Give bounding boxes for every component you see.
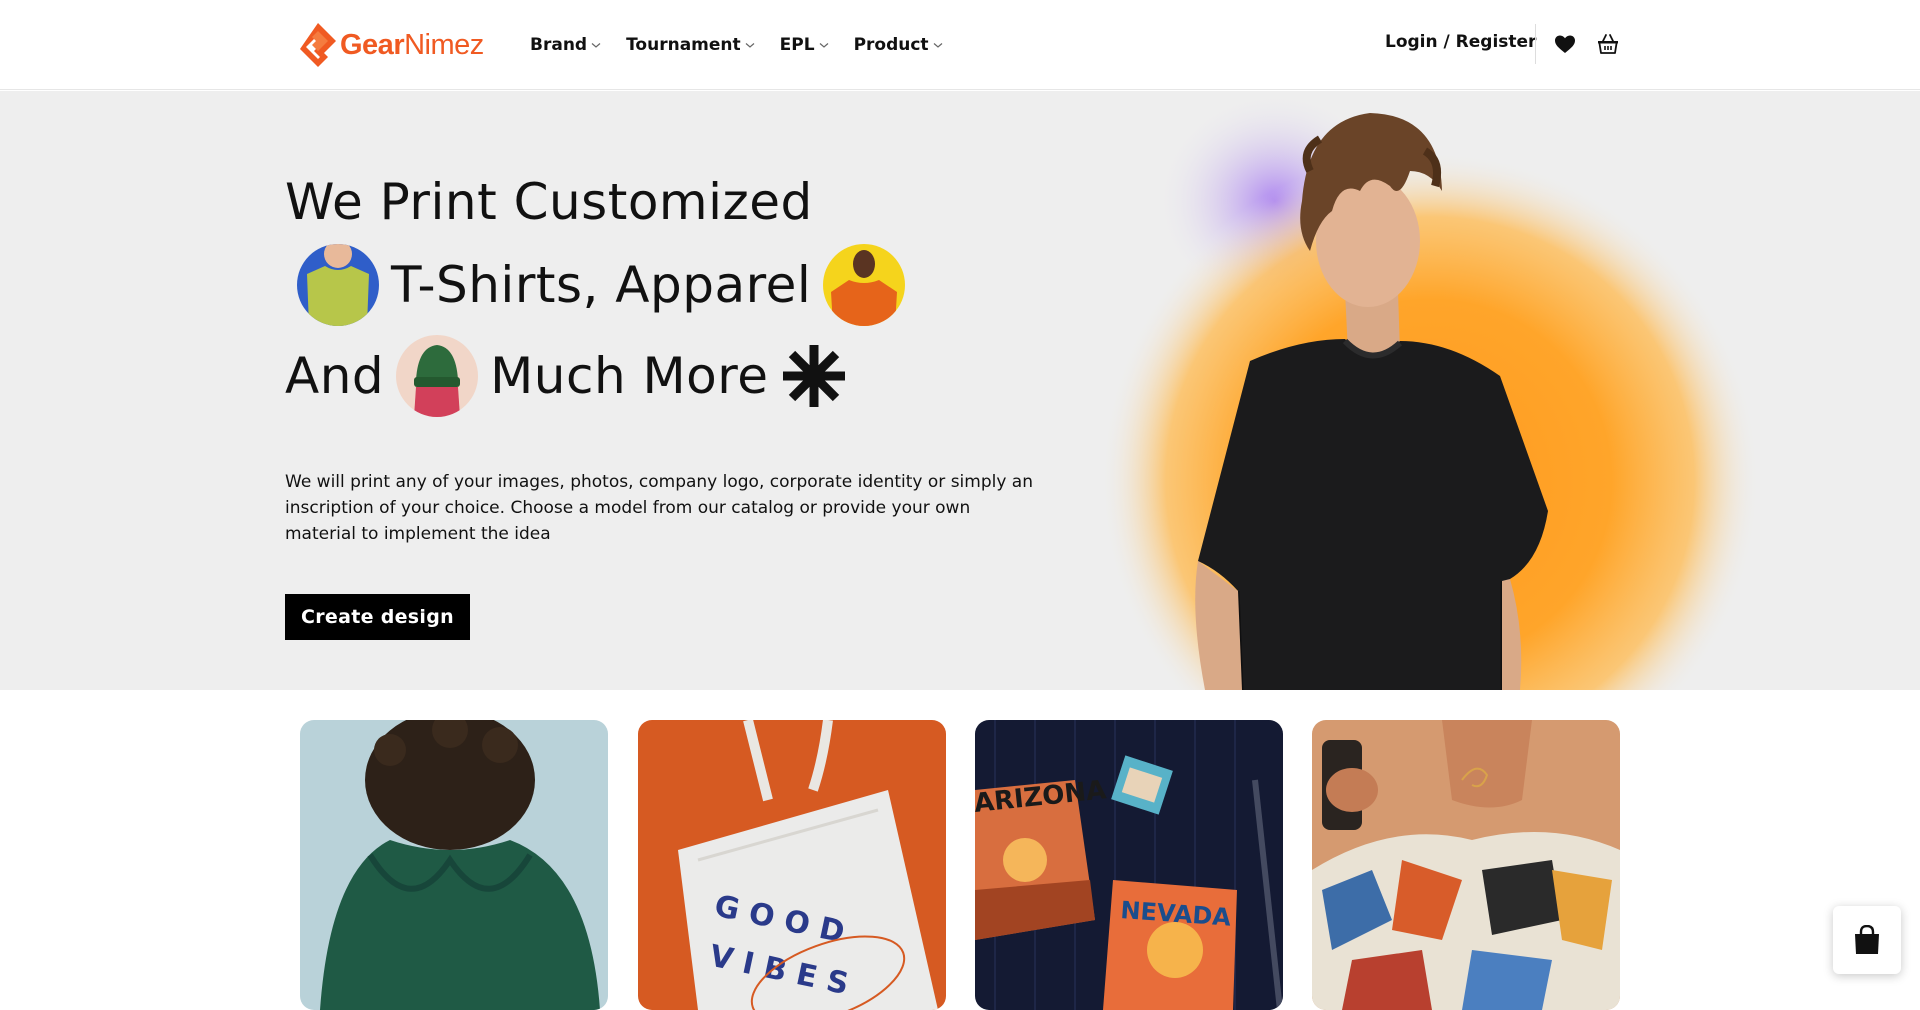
hero-title-text: Much More: [490, 347, 769, 405]
asterisk-icon: [782, 345, 845, 407]
nav-label: EPL: [779, 35, 815, 55]
orange-sweater-thumbnail: [823, 244, 906, 326]
login-register-link[interactable]: Login / Register: [1385, 32, 1536, 52]
chevron-down-icon: [745, 43, 755, 48]
chevron-down-icon: [591, 43, 601, 48]
patches-card[interactable]: ARIZONA NEVADA: [975, 720, 1283, 1010]
nav-tournament[interactable]: Tournament: [626, 35, 756, 55]
nav-label: Brand: [530, 35, 588, 55]
printed-shirt-card[interactable]: [1312, 720, 1620, 1010]
nav-brand[interactable]: Brand: [530, 35, 602, 55]
logo-mark-icon: [300, 23, 336, 67]
hoodie-image: [300, 720, 608, 1010]
hero-title-text: And: [285, 347, 385, 405]
logo-text-light: Nimez: [404, 28, 484, 61]
create-design-button[interactable]: Create design: [285, 594, 470, 640]
tote-bag-image: G O O D V I B E S: [638, 720, 946, 1010]
nav-label: Product: [853, 35, 929, 55]
nav-product[interactable]: Product: [854, 35, 944, 55]
product-cards: G O O D V I B E S ARIZONA NEVADA: [0, 720, 1920, 1010]
chevron-down-icon: [819, 43, 828, 48]
hero-title-text: T-Shirts, Apparel: [391, 256, 812, 314]
hero-description: We will print any of your images, photos…: [285, 472, 1033, 544]
nav-epl[interactable]: EPL: [780, 35, 830, 55]
floating-cart-button[interactable]: [1833, 906, 1901, 974]
hero-title-text: We Print Customized: [285, 173, 813, 231]
beanie-thumbnail: [396, 335, 479, 417]
green-tshirt-thumbnail: [297, 244, 379, 326]
heart-icon[interactable]: [1553, 32, 1577, 56]
logo[interactable]: GearNimez: [298, 20, 484, 70]
hero-section: We Print Customized T-Shirts, Apparel An…: [0, 91, 1920, 690]
tote-bag-card[interactable]: G O O D V I B E S: [638, 720, 946, 1010]
hero-title-line-1: We Print Customized: [285, 173, 813, 231]
logo-text: GearNimez: [340, 29, 484, 62]
patches-image: ARIZONA NEVADA: [975, 720, 1283, 1010]
logo-text-bold: Gear: [340, 28, 405, 61]
header-divider: [1535, 24, 1536, 64]
main-nav: Brand Tournament EPL Product: [530, 0, 944, 90]
hero-title-line-2: T-Shirts, Apparel: [285, 244, 906, 326]
printed-shirt-image: [1312, 720, 1620, 1010]
hero-model-image: [1100, 91, 1760, 690]
basket-icon[interactable]: [1596, 32, 1620, 56]
site-header: GearNimez Brand Tournament EPL Product L…: [0, 0, 1920, 90]
chevron-down-icon: [933, 43, 942, 48]
hero-title-line-3: And Much More: [285, 335, 847, 417]
shopping-bag-icon: [1855, 925, 1879, 954]
hoodie-card[interactable]: [300, 720, 608, 1010]
nav-label: Tournament: [626, 35, 741, 55]
